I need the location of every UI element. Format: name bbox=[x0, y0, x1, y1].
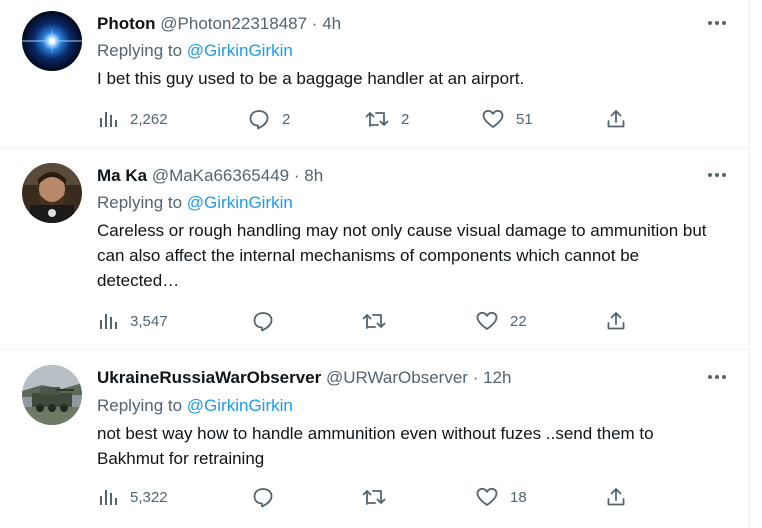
avatar[interactable] bbox=[22, 365, 82, 425]
tweet-text: not best way how to handle ammunition ev… bbox=[97, 424, 654, 468]
tweet-header: UkraineRussiaWarObserver @URWarObserver … bbox=[97, 368, 511, 388]
share-button[interactable] bbox=[606, 309, 626, 333]
user-handle[interactable]: @URWarObserver bbox=[326, 368, 468, 387]
retweet-button[interactable] bbox=[362, 309, 398, 333]
more-options-button[interactable] bbox=[703, 367, 731, 387]
bar-chart-icon bbox=[100, 314, 117, 329]
views-button[interactable]: 5,322 bbox=[98, 485, 168, 509]
avatar[interactable] bbox=[22, 163, 82, 223]
retweet-arrows-icon bbox=[365, 112, 389, 127]
more-dots-icon bbox=[708, 375, 726, 379]
views-count: 2,262 bbox=[130, 110, 168, 128]
avatar[interactable] bbox=[22, 11, 82, 71]
replying-to: Replying to @GirkinGirkin bbox=[97, 41, 293, 61]
like-count: 22 bbox=[510, 312, 527, 330]
retweet-button[interactable]: 2 bbox=[365, 107, 409, 131]
replying-to: Replying to @GirkinGirkin bbox=[97, 396, 293, 416]
reply-button[interactable]: 2 bbox=[248, 107, 290, 131]
tweet-urwarobserver[interactable]: UkraineRussiaWarObserver @URWarObserver … bbox=[0, 350, 749, 528]
more-options-button[interactable] bbox=[703, 13, 731, 33]
tweet-text: I bet this guy used to be a baggage hand… bbox=[97, 69, 525, 88]
speech-bubble-icon bbox=[253, 488, 273, 508]
tweet-header: Ma Ka @MaKa66365449 · 8h bbox=[97, 166, 323, 186]
views-button[interactable]: 2,262 bbox=[98, 107, 168, 131]
tweet-photon[interactable]: Photon @Photon22318487 · 4h Replying to … bbox=[0, 0, 749, 147]
more-dots-icon bbox=[708, 173, 726, 177]
display-name[interactable]: Photon bbox=[97, 14, 156, 33]
reply-feed: Photon @Photon22318487 · 4h Replying to … bbox=[0, 0, 750, 528]
more-dots-icon bbox=[708, 21, 726, 25]
separator-dot: · bbox=[293, 166, 300, 185]
heart-icon bbox=[476, 311, 498, 330]
bar-chart-icon bbox=[100, 490, 117, 505]
share-upload-icon bbox=[607, 110, 625, 128]
mention-link[interactable]: @GirkinGirkin bbox=[187, 193, 293, 212]
mention-link[interactable]: @GirkinGirkin bbox=[187, 396, 293, 415]
like-button[interactable]: 18 bbox=[476, 485, 527, 509]
views-count: 5,322 bbox=[130, 488, 168, 506]
reply-count: 2 bbox=[282, 110, 291, 128]
like-button[interactable]: 51 bbox=[482, 107, 533, 131]
user-handle[interactable]: @MaKa66365449 bbox=[152, 166, 289, 185]
heart-icon bbox=[476, 487, 498, 506]
separator-dot: · bbox=[311, 14, 318, 33]
retweet-arrows-icon bbox=[362, 314, 386, 329]
retweet-count: 2 bbox=[401, 110, 410, 128]
timestamp[interactable]: 4h bbox=[322, 14, 341, 33]
tweet-maka[interactable]: Ma Ka @MaKa66365449 · 8h Replying to @Gi… bbox=[0, 148, 749, 349]
share-upload-icon bbox=[607, 488, 625, 506]
share-button[interactable] bbox=[606, 485, 626, 509]
views-count: 3,547 bbox=[130, 312, 168, 330]
mention-link[interactable]: @GirkinGirkin bbox=[187, 41, 293, 60]
display-name[interactable]: Ma Ka bbox=[97, 166, 147, 185]
share-upload-icon bbox=[607, 312, 625, 330]
replying-to-label: Replying to bbox=[97, 41, 183, 60]
action-bar: 2,262 2 2 51 bbox=[0, 107, 749, 131]
more-options-button[interactable] bbox=[703, 165, 731, 185]
action-bar: 5,322 18 bbox=[0, 485, 749, 509]
heart-icon bbox=[482, 109, 504, 128]
like-count: 18 bbox=[510, 488, 527, 506]
tweet-text: Careless or rough handling may not only … bbox=[97, 221, 707, 290]
views-button[interactable]: 3,547 bbox=[98, 309, 168, 333]
reply-button[interactable] bbox=[252, 309, 286, 333]
retweet-arrows-icon bbox=[362, 490, 386, 505]
column-border bbox=[749, 0, 750, 528]
action-bar: 3,547 22 bbox=[0, 309, 749, 333]
timestamp[interactable]: 8h bbox=[304, 166, 323, 185]
like-count: 51 bbox=[516, 110, 533, 128]
separator-dot: · bbox=[472, 368, 479, 387]
speech-bubble-icon bbox=[253, 312, 273, 332]
reply-button[interactable] bbox=[252, 485, 286, 509]
tweet-header: Photon @Photon22318487 · 4h bbox=[97, 14, 341, 34]
display-name[interactable]: UkraineRussiaWarObserver bbox=[97, 368, 321, 387]
like-button[interactable]: 22 bbox=[476, 309, 527, 333]
share-button[interactable] bbox=[606, 107, 626, 131]
replying-to-label: Replying to bbox=[97, 396, 183, 415]
replying-to: Replying to @GirkinGirkin bbox=[97, 193, 293, 213]
bar-chart-icon bbox=[100, 112, 117, 127]
replying-to-label: Replying to bbox=[97, 193, 183, 212]
retweet-button[interactable] bbox=[362, 485, 398, 509]
timestamp[interactable]: 12h bbox=[483, 368, 511, 387]
speech-bubble-icon bbox=[249, 110, 269, 130]
user-handle[interactable]: @Photon22318487 bbox=[160, 14, 307, 33]
